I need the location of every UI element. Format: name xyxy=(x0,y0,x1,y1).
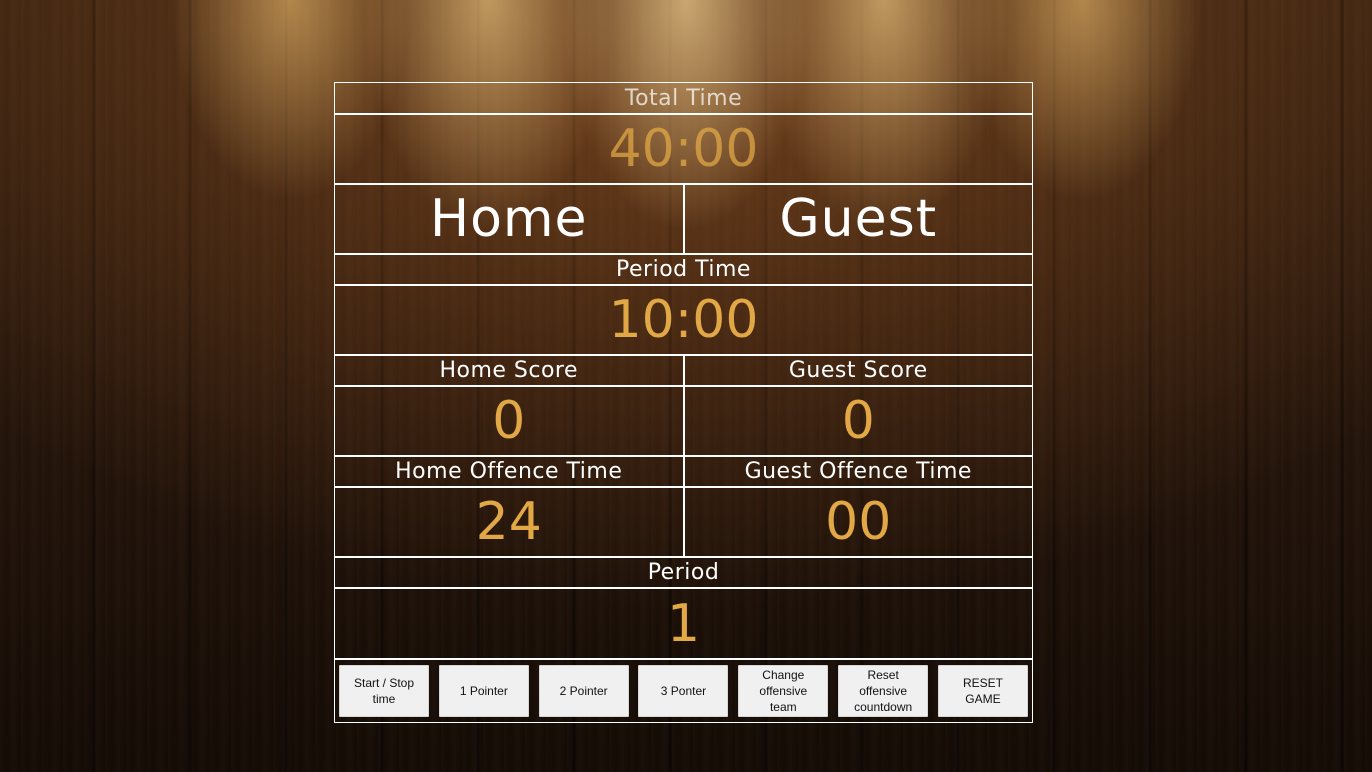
period-label: Period xyxy=(647,560,720,585)
total-time-value: 40:00 xyxy=(608,119,759,179)
period-value: 1 xyxy=(666,593,701,654)
start-stop-button[interactable]: Start / Stop time xyxy=(339,665,429,717)
period-label-row: Period xyxy=(335,558,1032,589)
change-offensive-team-button[interactable]: Change offensive team xyxy=(738,665,829,717)
period-value-row: 1 xyxy=(335,589,1032,660)
reset-game-button[interactable]: RESET GAME xyxy=(937,665,1028,717)
one-pointer-button[interactable]: 1 Pointer xyxy=(438,665,529,717)
reset-offensive-countdown-button[interactable]: Reset offensive countdown xyxy=(838,665,929,717)
total-time-label: Total Time xyxy=(624,85,743,111)
guest-offence-label: Guest Offence Time xyxy=(682,457,1033,486)
guest-team-name: Guest xyxy=(682,185,1033,253)
period-time-label-row: Period Time xyxy=(335,255,1032,286)
offence-labels-row: Home Offence Time Guest Offence Time xyxy=(335,457,1032,488)
teams-row: Home Guest xyxy=(335,185,1032,255)
offence-values-row: 24 00 xyxy=(335,488,1032,558)
period-time-label: Period Time xyxy=(616,257,751,282)
controls-bar: Start / Stop time 1 Pointer 2 Pointer 3 … xyxy=(335,660,1032,722)
home-score-label: Home Score xyxy=(439,358,579,383)
score-values-row: 0 0 xyxy=(335,387,1032,457)
score-labels-row: Home Score Guest Score xyxy=(335,356,1032,387)
period-time-value-row: 10:00 xyxy=(335,286,1032,356)
three-pointer-button[interactable]: 3 Ponter xyxy=(638,665,729,717)
home-offence-value: 24 xyxy=(475,492,542,552)
home-score-value: 0 xyxy=(492,391,526,451)
scoreboard: Total Time 40:00 Home Guest Period Time … xyxy=(334,82,1033,723)
guest-offence-value: 00 xyxy=(682,488,1033,556)
two-pointer-button[interactable]: 2 Pointer xyxy=(538,665,629,717)
period-time-value: 10:00 xyxy=(608,290,759,350)
total-time-label-row: Total Time xyxy=(335,83,1032,115)
guest-score-value: 0 xyxy=(682,387,1033,455)
guest-score-label: Guest Score xyxy=(682,356,1033,385)
scoreboard-page: Total Time 40:00 Home Guest Period Time … xyxy=(0,0,1372,772)
home-offence-label: Home Offence Time xyxy=(395,459,623,484)
home-team-name: Home xyxy=(429,189,588,249)
total-time-value-row: 40:00 xyxy=(335,115,1032,185)
